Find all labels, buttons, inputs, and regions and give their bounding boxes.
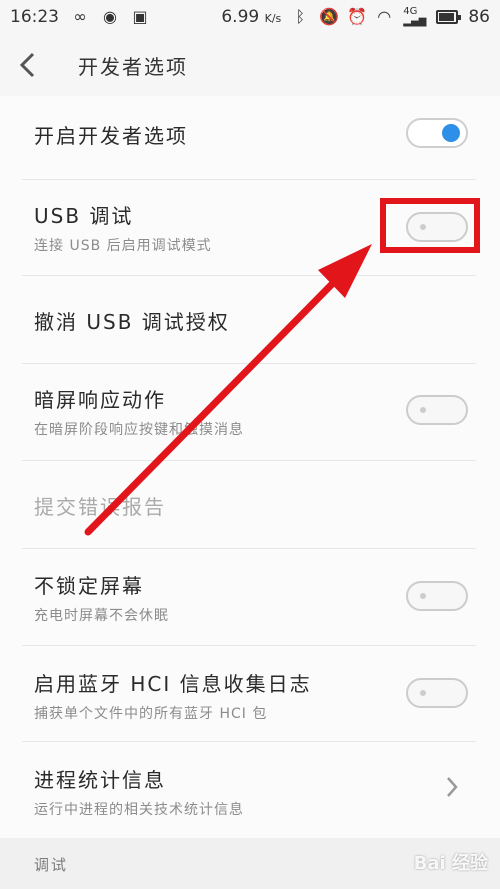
stay-awake-toggle[interactable] <box>406 581 468 611</box>
page-title: 开发者选项 <box>78 54 188 79</box>
wifi-icon: ◠ <box>377 7 392 26</box>
infinity-icon: ∞ <box>73 7 87 26</box>
mute-icon: 🔕 <box>319 7 340 26</box>
toggle-knob <box>420 690 426 696</box>
image-icon: ▣ <box>132 7 148 26</box>
signal-icon: 4G ▂▄▆ <box>403 6 427 27</box>
setting-title: 撤消 USB 调试授权 <box>34 310 230 334</box>
battery-level: 86 <box>468 7 490 27</box>
setting-row-developer-options[interactable]: 开启开发者选项 <box>0 96 500 180</box>
status-bar: 16:23 ∞ ◉ ▣ 6.99 K/s ᛒ 🔕 ⏰ ◠ 4G ▂▄▆ 86 <box>0 0 500 34</box>
bluetooth-icon: ᛒ <box>295 7 306 26</box>
setting-row-stay-awake[interactable]: 不锁定屏幕 充电时屏幕不会休眠 <box>0 549 500 646</box>
toggle-knob <box>420 593 426 599</box>
setting-row-revoke-usb-auth[interactable]: 撤消 USB 调试授权 <box>0 276 500 364</box>
circle-icon: ◉ <box>103 7 117 26</box>
chevron-right-icon[interactable] <box>442 772 462 802</box>
watermark-logo: Bai 经验 <box>413 853 488 874</box>
back-button[interactable] <box>0 34 56 96</box>
toggle-knob <box>420 407 426 413</box>
battery-icon <box>436 10 462 24</box>
chevron-left-icon <box>19 52 35 78</box>
setting-title: 进程统计信息 <box>34 768 166 792</box>
header-bar: 开发者选项 <box>0 34 500 96</box>
net-speed: 6.99 K/s <box>221 7 282 27</box>
developer-options-toggle[interactable] <box>406 118 468 148</box>
setting-row-submit-bug-report: 提交错误报告 <box>0 461 500 549</box>
status-time: 16:23 <box>10 7 59 27</box>
setting-row-process-stats[interactable]: 进程统计信息 运行中进程的相关技术统计信息 <box>0 742 500 838</box>
setting-row-bluetooth-hci-log[interactable]: 启用蓝牙 HCI 信息收集日志 捕获单个文件中的所有蓝牙 HCI 包 <box>0 646 500 742</box>
alarm-icon: ⏰ <box>347 7 368 26</box>
setting-subtitle: 运行中进程的相关技术统计信息 <box>34 802 244 818</box>
annotation-highlight-box <box>380 198 480 253</box>
bluetooth-hci-log-toggle[interactable] <box>406 678 468 708</box>
setting-title: 提交错误报告 <box>34 495 166 519</box>
toggle-knob <box>442 124 460 142</box>
dark-screen-response-toggle[interactable] <box>406 395 468 425</box>
setting-row-dark-screen-response[interactable]: 暗屏响应动作 在暗屏阶段响应按键和触摸消息 <box>0 364 500 461</box>
